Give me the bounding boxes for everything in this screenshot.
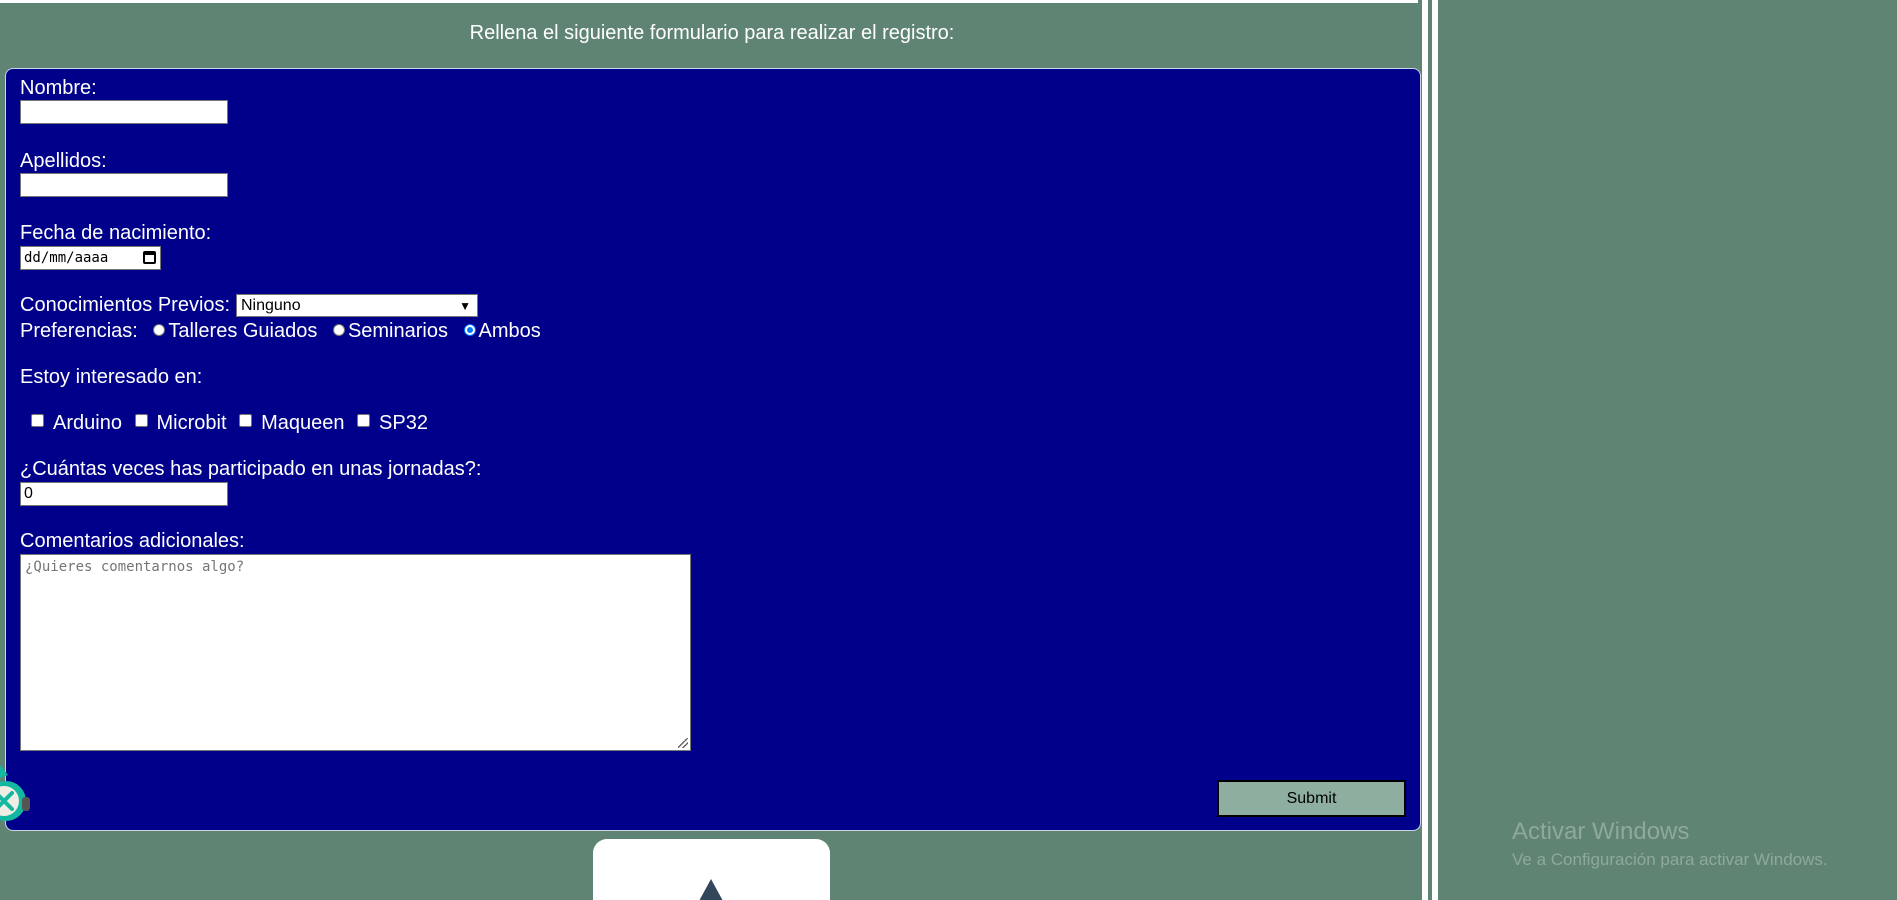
radio-label: Talleres Guiados (168, 320, 318, 342)
fecha-input[interactable]: dd/mm/aaaa (20, 246, 161, 270)
comentarios-textarea[interactable]: ¿Quieres comentarnos algo? (20, 554, 691, 751)
preferencias-row: Preferencias: Talleres Guiados Seminario… (20, 320, 541, 343)
checkbox-label: Arduino (53, 412, 122, 434)
radio-label: Seminarios (347, 320, 448, 342)
checkbox-arduino[interactable] (31, 414, 44, 427)
windows-activation-watermark: Activar Windows Ve a Configuración para … (1512, 818, 1828, 870)
checkbox-label: SP32 (379, 412, 428, 434)
fecha-label: Fecha de nacimiento: (20, 222, 212, 244)
apellidos-label: Apellidos: (20, 150, 107, 172)
interesado-label: Estoy interesado en: (20, 366, 203, 388)
divider-line (1432, 0, 1438, 900)
nombre-label: Nombre: (20, 77, 97, 99)
interests-row: Arduino Microbit Maqueen SP32 (20, 412, 428, 435)
veces-input[interactable] (20, 482, 228, 506)
checkbox-sp32[interactable] (357, 414, 371, 427)
watermark-title: Activar Windows (1512, 818, 1690, 845)
conocimientos-label: Conocimientos Previos: (20, 294, 231, 316)
conocimientos-select[interactable]: Ninguno ▼ (236, 294, 478, 317)
apellidos-input[interactable] (20, 173, 228, 197)
scroll-to-top-button[interactable] (593, 839, 830, 900)
submit-button[interactable]: Submit (1217, 780, 1406, 817)
preferencias-label: Preferencias: (20, 320, 138, 342)
comentarios-label: Comentarios adicionales: (20, 530, 245, 552)
checkbox-microbit[interactable] (134, 414, 148, 427)
conocimientos-selected: Ninguno (241, 296, 301, 314)
triangle-up-icon (699, 879, 723, 900)
veces-label: ¿Cuántas veces has participado en unas j… (20, 458, 482, 480)
nombre-input[interactable] (20, 100, 228, 124)
top-border (0, 0, 1418, 3)
radio-ambos[interactable] (463, 324, 476, 336)
form-intro-text: Rellena el siguiente formulario para rea… (469, 22, 955, 44)
calendar-icon[interactable] (143, 251, 156, 264)
comentarios-placeholder: ¿Quieres comentarnos algo? (25, 559, 245, 575)
watermark-subtitle: Ve a Configuración para activar Windows. (1512, 850, 1828, 869)
robot-mascot-icon[interactable] (0, 765, 34, 825)
radio-label: Ambos (478, 320, 541, 342)
resize-handle[interactable] (678, 738, 688, 748)
checkbox-maqueen[interactable] (239, 414, 253, 427)
registration-form: Nombre: Apellidos: Fecha de nacimiento: … (5, 68, 1421, 831)
radio-talleres-guiados[interactable] (153, 324, 166, 336)
fecha-placeholder: dd/mm/aaaa (24, 250, 109, 266)
chevron-down-icon: ▼ (459, 299, 471, 313)
checkbox-label: Maqueen (261, 412, 345, 434)
radio-seminarios[interactable] (332, 324, 345, 336)
checkbox-label: Microbit (156, 412, 227, 434)
divider-line (1422, 0, 1428, 900)
